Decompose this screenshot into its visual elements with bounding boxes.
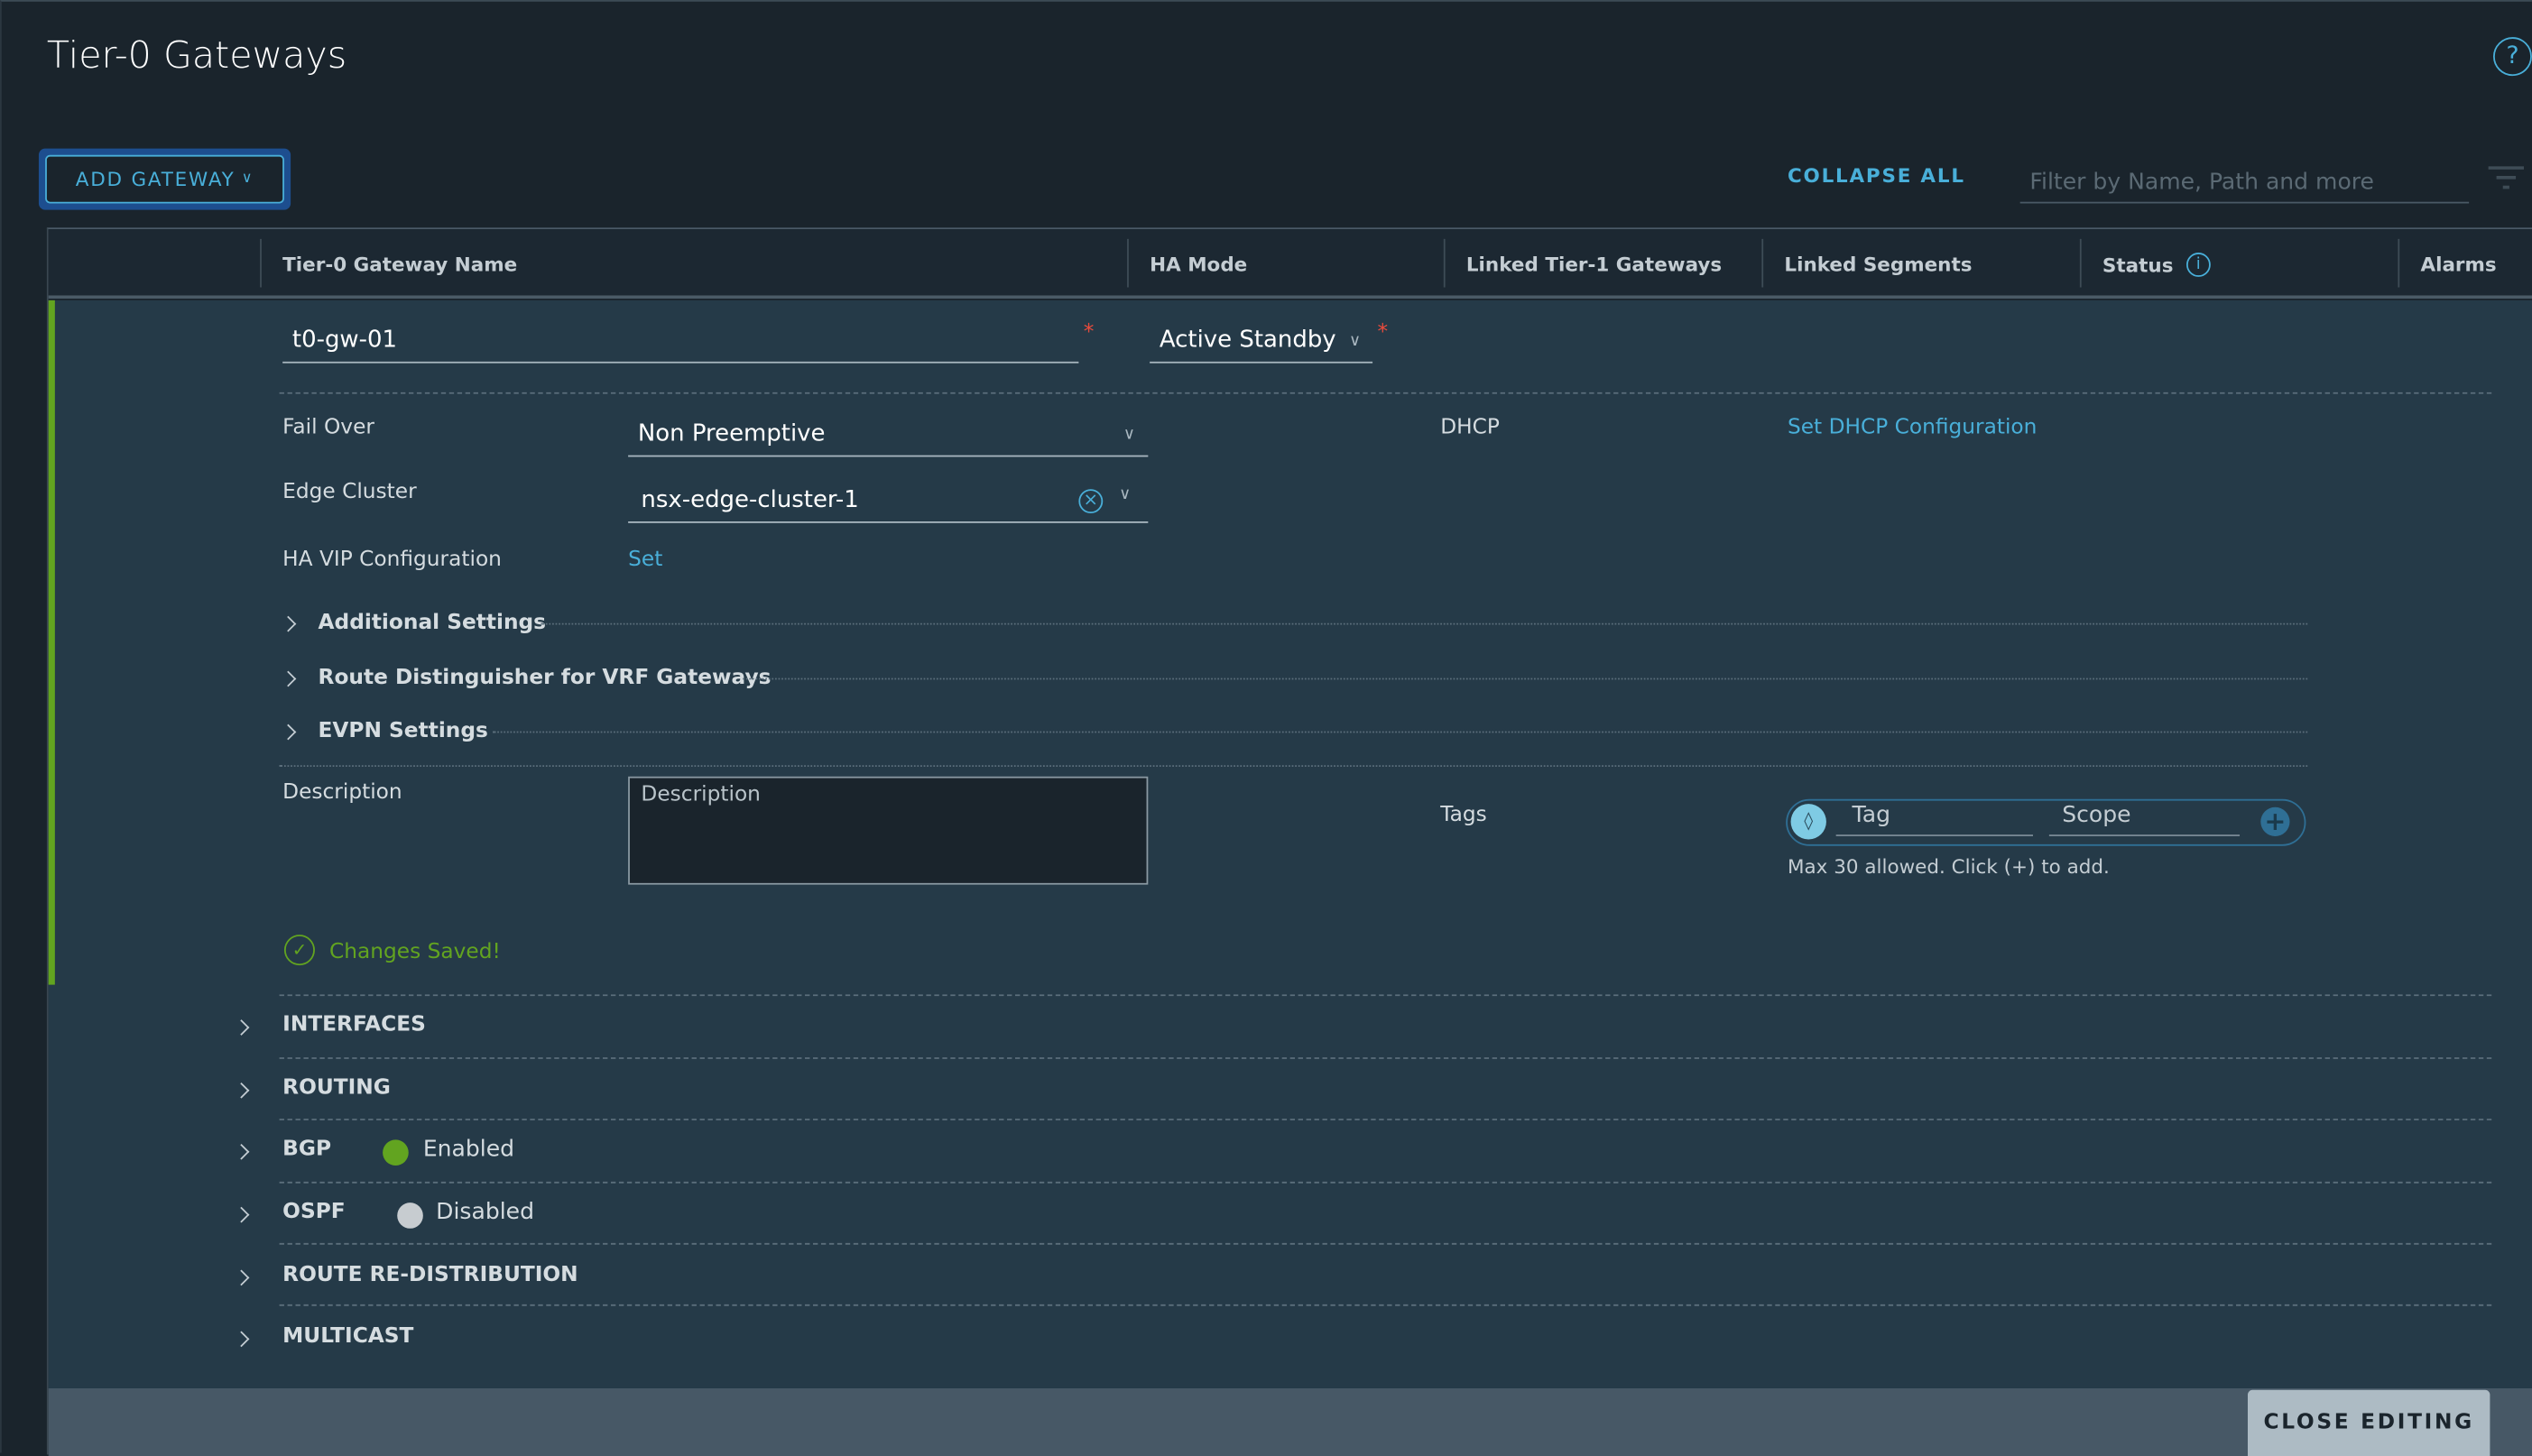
column-header-linked-tier1[interactable]: Linked Tier-1 Gateways <box>1466 253 1722 276</box>
chevron-down-icon: ∨ <box>1119 485 1132 504</box>
ha-mode-select[interactable]: Active Standby ∨ <box>1150 319 1373 364</box>
column-header-status[interactable]: Status i <box>2102 253 2211 277</box>
tier0-gateways-page: Tier-0 Gateways ? ADD GATEWAY ∨ COLLAPSE … <box>0 0 2532 1456</box>
tag-icon: ◊ <box>1790 804 1826 840</box>
status-dot-enabled <box>383 1139 409 1166</box>
chevron-right-icon[interactable] <box>233 1269 250 1286</box>
help-icon[interactable]: ? <box>2492 37 2532 77</box>
bgp-status: Enabled <box>422 1136 515 1163</box>
section-bgp[interactable]: BGP <box>282 1138 331 1162</box>
close-editing-button[interactable]: CLOSE EDITING <box>2247 1389 2490 1456</box>
gateway-name-input[interactable]: t0-gw-01 <box>282 319 1079 364</box>
edit-footer: CLOSE EDITING <box>48 1387 2532 1456</box>
section-interfaces[interactable]: INTERFACES <box>282 1013 426 1037</box>
page-title: Tier-0 Gateways <box>46 35 347 78</box>
add-tag-plus-icon[interactable]: + <box>2260 806 2290 836</box>
chevron-down-icon: ∨ <box>1123 425 1136 444</box>
status-header-label: Status <box>2102 253 2174 277</box>
fail-over-label: Fail Over <box>282 415 374 440</box>
fail-over-select[interactable]: Non Preemptive ∨ <box>628 413 1149 457</box>
status-dot-disabled <box>397 1203 423 1229</box>
chevron-right-icon[interactable] <box>233 1331 250 1348</box>
edge-cluster-value: nsx-edge-cluster-1 <box>641 487 859 514</box>
edge-cluster-select[interactable]: nsx-edge-cluster-1 × ∨ <box>628 479 1149 523</box>
column-header-linked-segments[interactable]: Linked Segments <box>1784 253 1972 276</box>
add-gateway-button[interactable]: ADD GATEWAY ∨ <box>38 148 291 210</box>
route-distinguisher-toggle[interactable]: Route Distinguisher for VRF Gateways <box>319 666 772 690</box>
additional-settings-toggle[interactable]: Additional Settings <box>319 611 547 635</box>
filter-input[interactable] <box>2019 156 2470 204</box>
tags-hint: Max 30 allowed. Click (+) to add. <box>1787 855 2110 879</box>
section-ospf[interactable]: OSPF <box>282 1200 345 1224</box>
add-gateway-label: ADD GATEWAY <box>75 168 236 191</box>
ha-mode-value: Active Standby <box>1159 327 1336 354</box>
chevron-right-icon[interactable] <box>280 723 297 741</box>
required-mark: * <box>1083 320 1095 346</box>
chevron-down-icon: ∨ <box>1348 331 1362 350</box>
table-header: Tier-0 Gateway Name HA Mode Linked Tier-… <box>48 229 2532 299</box>
check-circle-icon: ✓ <box>283 935 315 966</box>
ha-vip-set-link[interactable]: Set <box>628 548 662 573</box>
ha-vip-label: HA VIP Configuration <box>282 548 502 573</box>
tags-label: Tags <box>1440 803 1487 828</box>
ospf-status: Disabled <box>436 1199 535 1226</box>
gateways-table: Tier-0 Gateway Name HA Mode Linked Tier-… <box>46 227 2532 1456</box>
scope-input[interactable]: Scope <box>2048 802 2241 836</box>
required-mark: * <box>1377 320 1389 346</box>
filter-icon[interactable] <box>2487 165 2526 191</box>
column-header-alarms[interactable]: Alarms <box>2420 253 2496 276</box>
fail-over-value: Non Preemptive <box>637 421 826 447</box>
clear-icon[interactable]: × <box>1078 489 1104 514</box>
changes-saved-message: Changes Saved! <box>329 940 501 965</box>
column-header-ha-mode[interactable]: HA Mode <box>1150 253 1247 276</box>
chevron-right-icon[interactable] <box>233 1082 250 1099</box>
evpn-settings-toggle[interactable]: EVPN Settings <box>319 719 488 743</box>
chevron-right-icon[interactable] <box>280 615 297 632</box>
chevron-right-icon[interactable] <box>280 670 297 687</box>
chevron-right-icon[interactable] <box>233 1143 250 1160</box>
description-label: Description <box>282 780 402 806</box>
column-header-name[interactable]: Tier-0 Gateway Name <box>282 253 517 276</box>
collapse-all-button[interactable]: COLLAPSE ALL <box>1788 165 1965 188</box>
description-textarea[interactable]: Description <box>628 776 1149 885</box>
dhcp-label: DHCP <box>1440 415 1500 440</box>
chevron-right-icon[interactable] <box>233 1019 250 1036</box>
section-multicast[interactable]: MULTICAST <box>282 1324 413 1349</box>
edge-cluster-label: Edge Cluster <box>282 480 417 505</box>
info-icon[interactable]: i <box>2185 253 2211 277</box>
gateway-name-value: t0-gw-01 <box>291 327 398 354</box>
gateway-edit-row: t0-gw-01 * Active Standby ∨ * Fail Over N… <box>48 299 2532 1388</box>
edit-indicator-bar <box>48 299 55 985</box>
section-routing[interactable]: ROUTING <box>282 1076 391 1101</box>
tag-input-group: ◊ Tag Scope + <box>1786 798 2306 846</box>
chevron-right-icon[interactable] <box>233 1206 250 1223</box>
set-dhcp-link[interactable]: Set DHCP Configuration <box>1788 416 2037 440</box>
chevron-down-icon: ∨ <box>241 170 254 188</box>
tag-input[interactable]: Tag <box>1835 802 2033 836</box>
section-route-redistribution[interactable]: ROUTE RE-DISTRIBUTION <box>282 1263 578 1287</box>
